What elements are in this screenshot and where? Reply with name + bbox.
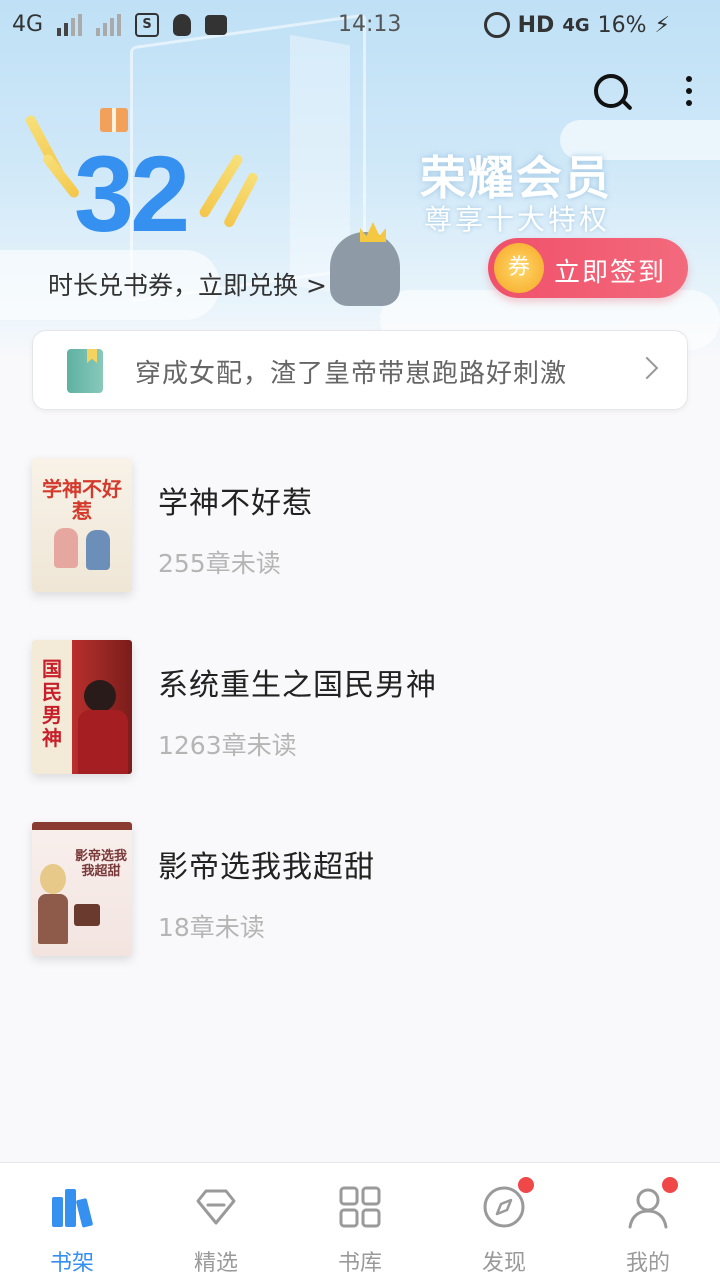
book-title[interactable]: 系统重生之国民男神 (158, 660, 437, 704)
book-icon (67, 349, 103, 393)
s-app-icon: S (135, 12, 160, 37)
mascot-illustration (330, 232, 400, 306)
signal-icon (57, 13, 83, 36)
book-unread-count: 1263章未读 (158, 731, 297, 760)
book-cover[interactable]: 国民男神 (32, 640, 132, 774)
checkin-label: 立即签到 (554, 258, 667, 288)
nav-label: 精选 (193, 1251, 238, 1276)
coupon-count[interactable]: 32 (74, 140, 190, 248)
cover-figure (54, 528, 78, 568)
gift-icon[interactable] (100, 108, 128, 132)
top-actions (594, 74, 692, 108)
cover-figure (40, 864, 66, 894)
signal-icon (96, 13, 122, 36)
nav-bookshelf[interactable]: 书架 (0, 1163, 144, 1281)
cover-figure (78, 710, 128, 774)
book-title[interactable]: 影帝选我我超甜 (158, 842, 375, 886)
book-item[interactable]: 影帝选我我超甜 影帝选我我超甜 18章未读 (0, 820, 720, 1002)
book-item[interactable]: 学神不好惹 学神不好惹 255章未读 (0, 456, 720, 638)
book-title[interactable]: 学神不好惹 (158, 478, 313, 522)
clock: 14:13 (338, 12, 402, 37)
cover-title: 影帝选我我超甜 (74, 849, 127, 879)
more-options-icon[interactable] (686, 76, 692, 106)
network-type-2: 4G (562, 14, 590, 36)
network-type: 4G (12, 12, 44, 37)
cover-title: 国民男神 (42, 657, 62, 750)
charging-icon: ⚡ (654, 12, 670, 38)
nav-discover[interactable]: 发现 (432, 1163, 576, 1281)
cover-suitcase (74, 904, 100, 926)
nav-featured[interactable]: 精选 (144, 1163, 288, 1281)
grid-icon (339, 1186, 381, 1228)
hd-indicator: HD (517, 12, 555, 38)
nav-label: 发现 (481, 1251, 526, 1276)
bottom-navigation: 书架 精选 书库 发现 我的 (0, 1162, 720, 1281)
nav-profile[interactable]: 我的 (576, 1163, 720, 1281)
battery-level: 16% (597, 12, 647, 38)
nav-label: 我的 (625, 1251, 670, 1276)
cover-figure (38, 894, 68, 944)
cover-title: 学神不好惹 (42, 477, 122, 523)
book-unread-count: 255章未读 (158, 549, 281, 578)
book-cover[interactable]: 学神不好惹 (32, 458, 132, 592)
search-icon[interactable] (594, 74, 628, 108)
book-list: 学神不好惹 学神不好惹 255章未读 国民男神 系统重生之国民男神 1263章未… (0, 456, 720, 1002)
compass-icon (483, 1186, 525, 1228)
coupon-coin-icon: 券 (494, 243, 544, 293)
checkin-button[interactable]: 券 立即签到 (488, 238, 688, 298)
nav-label: 书库 (337, 1251, 382, 1276)
notification-badge (518, 1177, 534, 1193)
alarm-icon (483, 12, 510, 38)
recommendation-text: 穿成女配，渣了皇帝带崽跑路好刺激 (135, 359, 568, 389)
coupon-exchange-link[interactable]: 时长兑书券，立即兑换 > (48, 266, 327, 302)
status-bar: 4G S 14:13 HD 4G 16% ⚡ (0, 0, 720, 50)
notification-badge (662, 1177, 678, 1193)
recommendation-banner[interactable]: 穿成女配，渣了皇帝带崽跑路好刺激 (32, 330, 688, 410)
book-item[interactable]: 国民男神 系统重生之国民男神 1263章未读 (0, 638, 720, 820)
diamond-icon (196, 1189, 236, 1225)
shopping-bag-icon (205, 14, 228, 35)
nav-label: 书架 (49, 1251, 94, 1276)
cover-figure (86, 530, 110, 570)
nav-library[interactable]: 书库 (288, 1163, 432, 1281)
book-cover[interactable]: 影帝选我我超甜 (32, 822, 132, 956)
vip-subtitle[interactable]: 尊享十大特权 (424, 198, 610, 238)
cover-figure (84, 680, 116, 712)
qq-icon (173, 13, 192, 36)
chevron-right-icon (635, 356, 659, 380)
user-icon (628, 1188, 668, 1229)
bookshelf-icon (52, 1189, 93, 1228)
book-unread-count: 18章未读 (158, 913, 265, 942)
